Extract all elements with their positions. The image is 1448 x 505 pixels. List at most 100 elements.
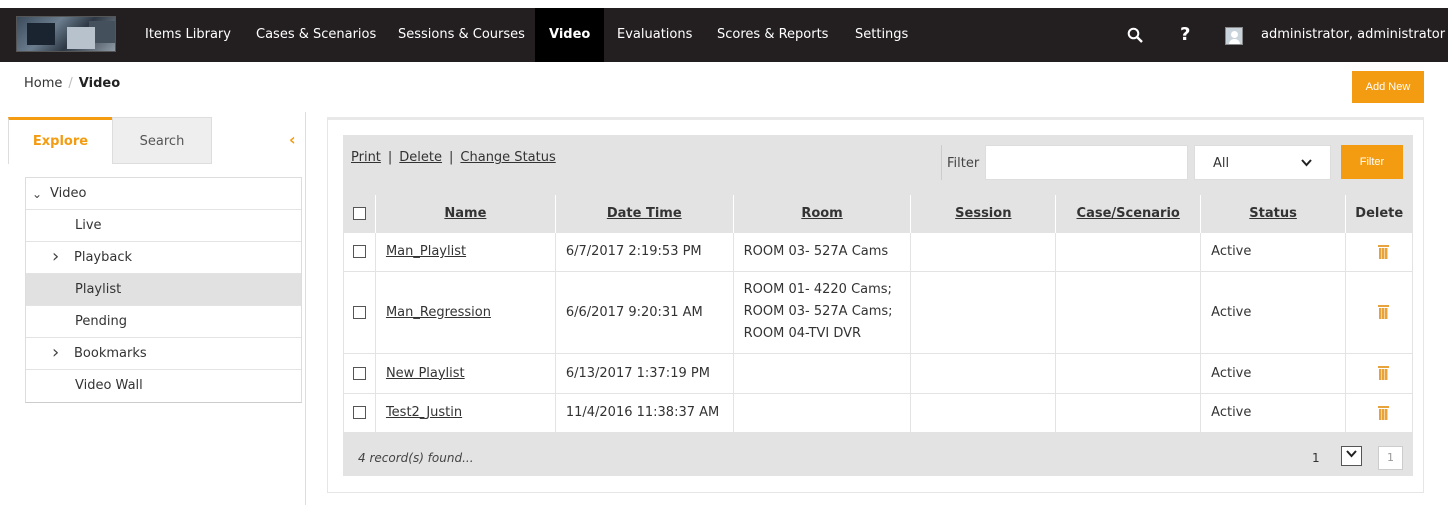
tab-search[interactable]: Search xyxy=(112,117,212,164)
nav-cases-scenarios[interactable]: Cases & Scenarios xyxy=(256,8,376,62)
row-delete-cell[interactable] xyxy=(1344,352,1414,394)
row-datetime-text: 6/13/2017 1:37:19 PM xyxy=(565,365,710,381)
nav-items-library[interactable]: Items Library xyxy=(145,8,231,62)
filter-button[interactable]: Filter xyxy=(1341,145,1403,179)
chevron-down-icon[interactable]: ⌄ xyxy=(32,178,42,210)
toolbar-separator: | xyxy=(449,150,454,165)
row-name[interactable]: New Playlist xyxy=(374,352,556,394)
row-name[interactable]: Test2_Justin xyxy=(374,392,556,433)
breadcrumb-home[interactable]: Home xyxy=(24,76,62,91)
chevron-right-icon[interactable]: › xyxy=(52,337,59,369)
collapse-panel-icon[interactable]: ‹ xyxy=(289,130,296,149)
trash-icon[interactable] xyxy=(1378,366,1390,380)
tree-item-pending[interactable]: Pending xyxy=(26,306,301,338)
nav-scores-reports[interactable]: Scores & Reports xyxy=(717,8,828,62)
top-navbar: Items Library Cases & Scenarios Sessions… xyxy=(0,8,1448,62)
tree-item-label: Video xyxy=(50,186,87,201)
select-all-checkbox[interactable] xyxy=(352,206,366,220)
row-case-scenario xyxy=(1055,270,1202,354)
row-select-cell[interactable] xyxy=(343,231,376,272)
table-row[interactable]: Man_Regression 6/6/2017 9:20:31 AM ROOM 01… xyxy=(343,270,1414,354)
row-datetime: 6/7/2017 2:19:53 PM xyxy=(554,231,734,272)
help-icon[interactable]: ? xyxy=(1180,8,1190,62)
col-session[interactable]: Session xyxy=(910,195,1056,232)
tree-item-live[interactable]: Live xyxy=(26,210,301,242)
print-link[interactable]: Print xyxy=(351,150,381,165)
row-name[interactable]: Man_Playlist xyxy=(374,231,556,272)
row-checkbox[interactable] xyxy=(352,366,366,380)
breadcrumb: Home / Video xyxy=(24,76,120,91)
chevron-down-icon xyxy=(1346,450,1357,458)
status-select[interactable]: All xyxy=(1194,145,1331,180)
tree-item-video-wall[interactable]: Video Wall xyxy=(26,370,301,402)
select-all-header[interactable] xyxy=(343,195,376,232)
row-name-text[interactable]: Man_Playlist xyxy=(386,244,466,259)
video-grid: Name Date Time Room Session Case/Scenari… xyxy=(343,195,1414,433)
row-status: Active xyxy=(1200,352,1346,394)
row-select-cell[interactable] xyxy=(343,270,376,354)
page-select[interactable] xyxy=(1341,446,1362,466)
row-status-text: Active xyxy=(1211,405,1252,420)
row-status: Active xyxy=(1200,392,1346,433)
col-case-scenario[interactable]: Case/Scenario xyxy=(1055,195,1201,232)
col-status[interactable]: Status xyxy=(1200,195,1346,232)
tree-item-label: Playlist xyxy=(75,282,122,297)
filter-label: Filter xyxy=(947,156,980,171)
add-new-button[interactable]: Add New xyxy=(1352,71,1424,103)
row-datetime: 11/4/2016 11:38:37 AM xyxy=(554,392,734,433)
row-room: ROOM 03- 527A Cams xyxy=(732,231,912,272)
tree-item-playlist[interactable]: Playlist xyxy=(26,274,301,306)
app-logo[interactable] xyxy=(16,16,116,52)
row-datetime-text: 6/7/2017 2:19:53 PM xyxy=(565,244,702,259)
row-delete-cell[interactable] xyxy=(1344,270,1414,354)
row-select-cell[interactable] xyxy=(343,392,376,433)
user-avatar[interactable] xyxy=(1225,27,1243,45)
tree-item-label: Bookmarks xyxy=(74,346,147,361)
tree-item-label: Pending xyxy=(75,314,127,329)
trash-icon[interactable] xyxy=(1378,405,1390,420)
row-checkbox[interactable] xyxy=(352,245,366,258)
col-name[interactable]: Name xyxy=(374,195,556,232)
row-checkbox[interactable] xyxy=(352,305,366,319)
tree-item-playback[interactable]: › Playback xyxy=(26,242,301,274)
tree-item-video[interactable]: ⌄ Video xyxy=(26,178,301,210)
table-row[interactable]: New Playlist 6/13/2017 1:37:19 PM Active xyxy=(343,352,1414,394)
row-datetime: 6/13/2017 1:37:19 PM xyxy=(554,352,734,394)
row-name[interactable]: Man_Regression xyxy=(374,270,556,354)
row-status-text: Active xyxy=(1211,244,1252,259)
trash-icon[interactable] xyxy=(1378,244,1390,259)
chevron-right-icon[interactable]: › xyxy=(52,241,59,273)
nav-evaluations[interactable]: Evaluations xyxy=(617,8,692,62)
search-icon[interactable] xyxy=(1127,8,1143,62)
tree-item-label: Live xyxy=(75,218,102,233)
tree-item-bookmarks[interactable]: › Bookmarks xyxy=(26,338,301,370)
row-status: Active xyxy=(1200,231,1346,272)
col-datetime[interactable]: Date Time xyxy=(554,195,734,232)
trash-icon[interactable] xyxy=(1378,305,1390,319)
row-checkbox[interactable] xyxy=(352,406,366,419)
filter-input[interactable] xyxy=(985,145,1188,180)
row-delete-cell[interactable] xyxy=(1344,231,1414,272)
delete-link[interactable]: Delete xyxy=(399,150,442,165)
table-row[interactable]: Man_Playlist 6/7/2017 2:19:53 PM ROOM 03- … xyxy=(343,231,1414,272)
status-select-value: All xyxy=(1213,156,1230,171)
row-name-text[interactable]: Man_Regression xyxy=(386,305,491,320)
tree-item-label: Playback xyxy=(74,250,133,265)
user-name[interactable]: administrator, administrator xyxy=(1261,8,1445,62)
chevron-down-icon xyxy=(1301,146,1312,181)
video-tree: ⌄ Video Live › Playback Playlist Pending › Bookm… xyxy=(25,177,302,403)
nav-video[interactable]: Video xyxy=(535,8,605,62)
row-delete-cell[interactable] xyxy=(1344,392,1414,433)
change-status-link[interactable]: Change Status xyxy=(460,150,555,165)
row-name-text[interactable]: Test2_Justin xyxy=(386,405,462,420)
nav-settings[interactable]: Settings xyxy=(855,8,908,62)
toolbar-separator: | xyxy=(387,150,393,165)
left-panel-divider xyxy=(305,112,306,505)
breadcrumb-separator: / xyxy=(68,76,73,91)
col-room[interactable]: Room xyxy=(732,195,911,232)
row-name-text[interactable]: New Playlist xyxy=(386,366,465,381)
table-row[interactable]: Test2_Justin 11/4/2016 11:38:37 AM Active xyxy=(343,392,1414,433)
row-select-cell[interactable] xyxy=(343,352,376,394)
tab-explore[interactable]: Explore xyxy=(8,117,112,164)
nav-sessions-courses[interactable]: Sessions & Courses xyxy=(398,8,525,62)
